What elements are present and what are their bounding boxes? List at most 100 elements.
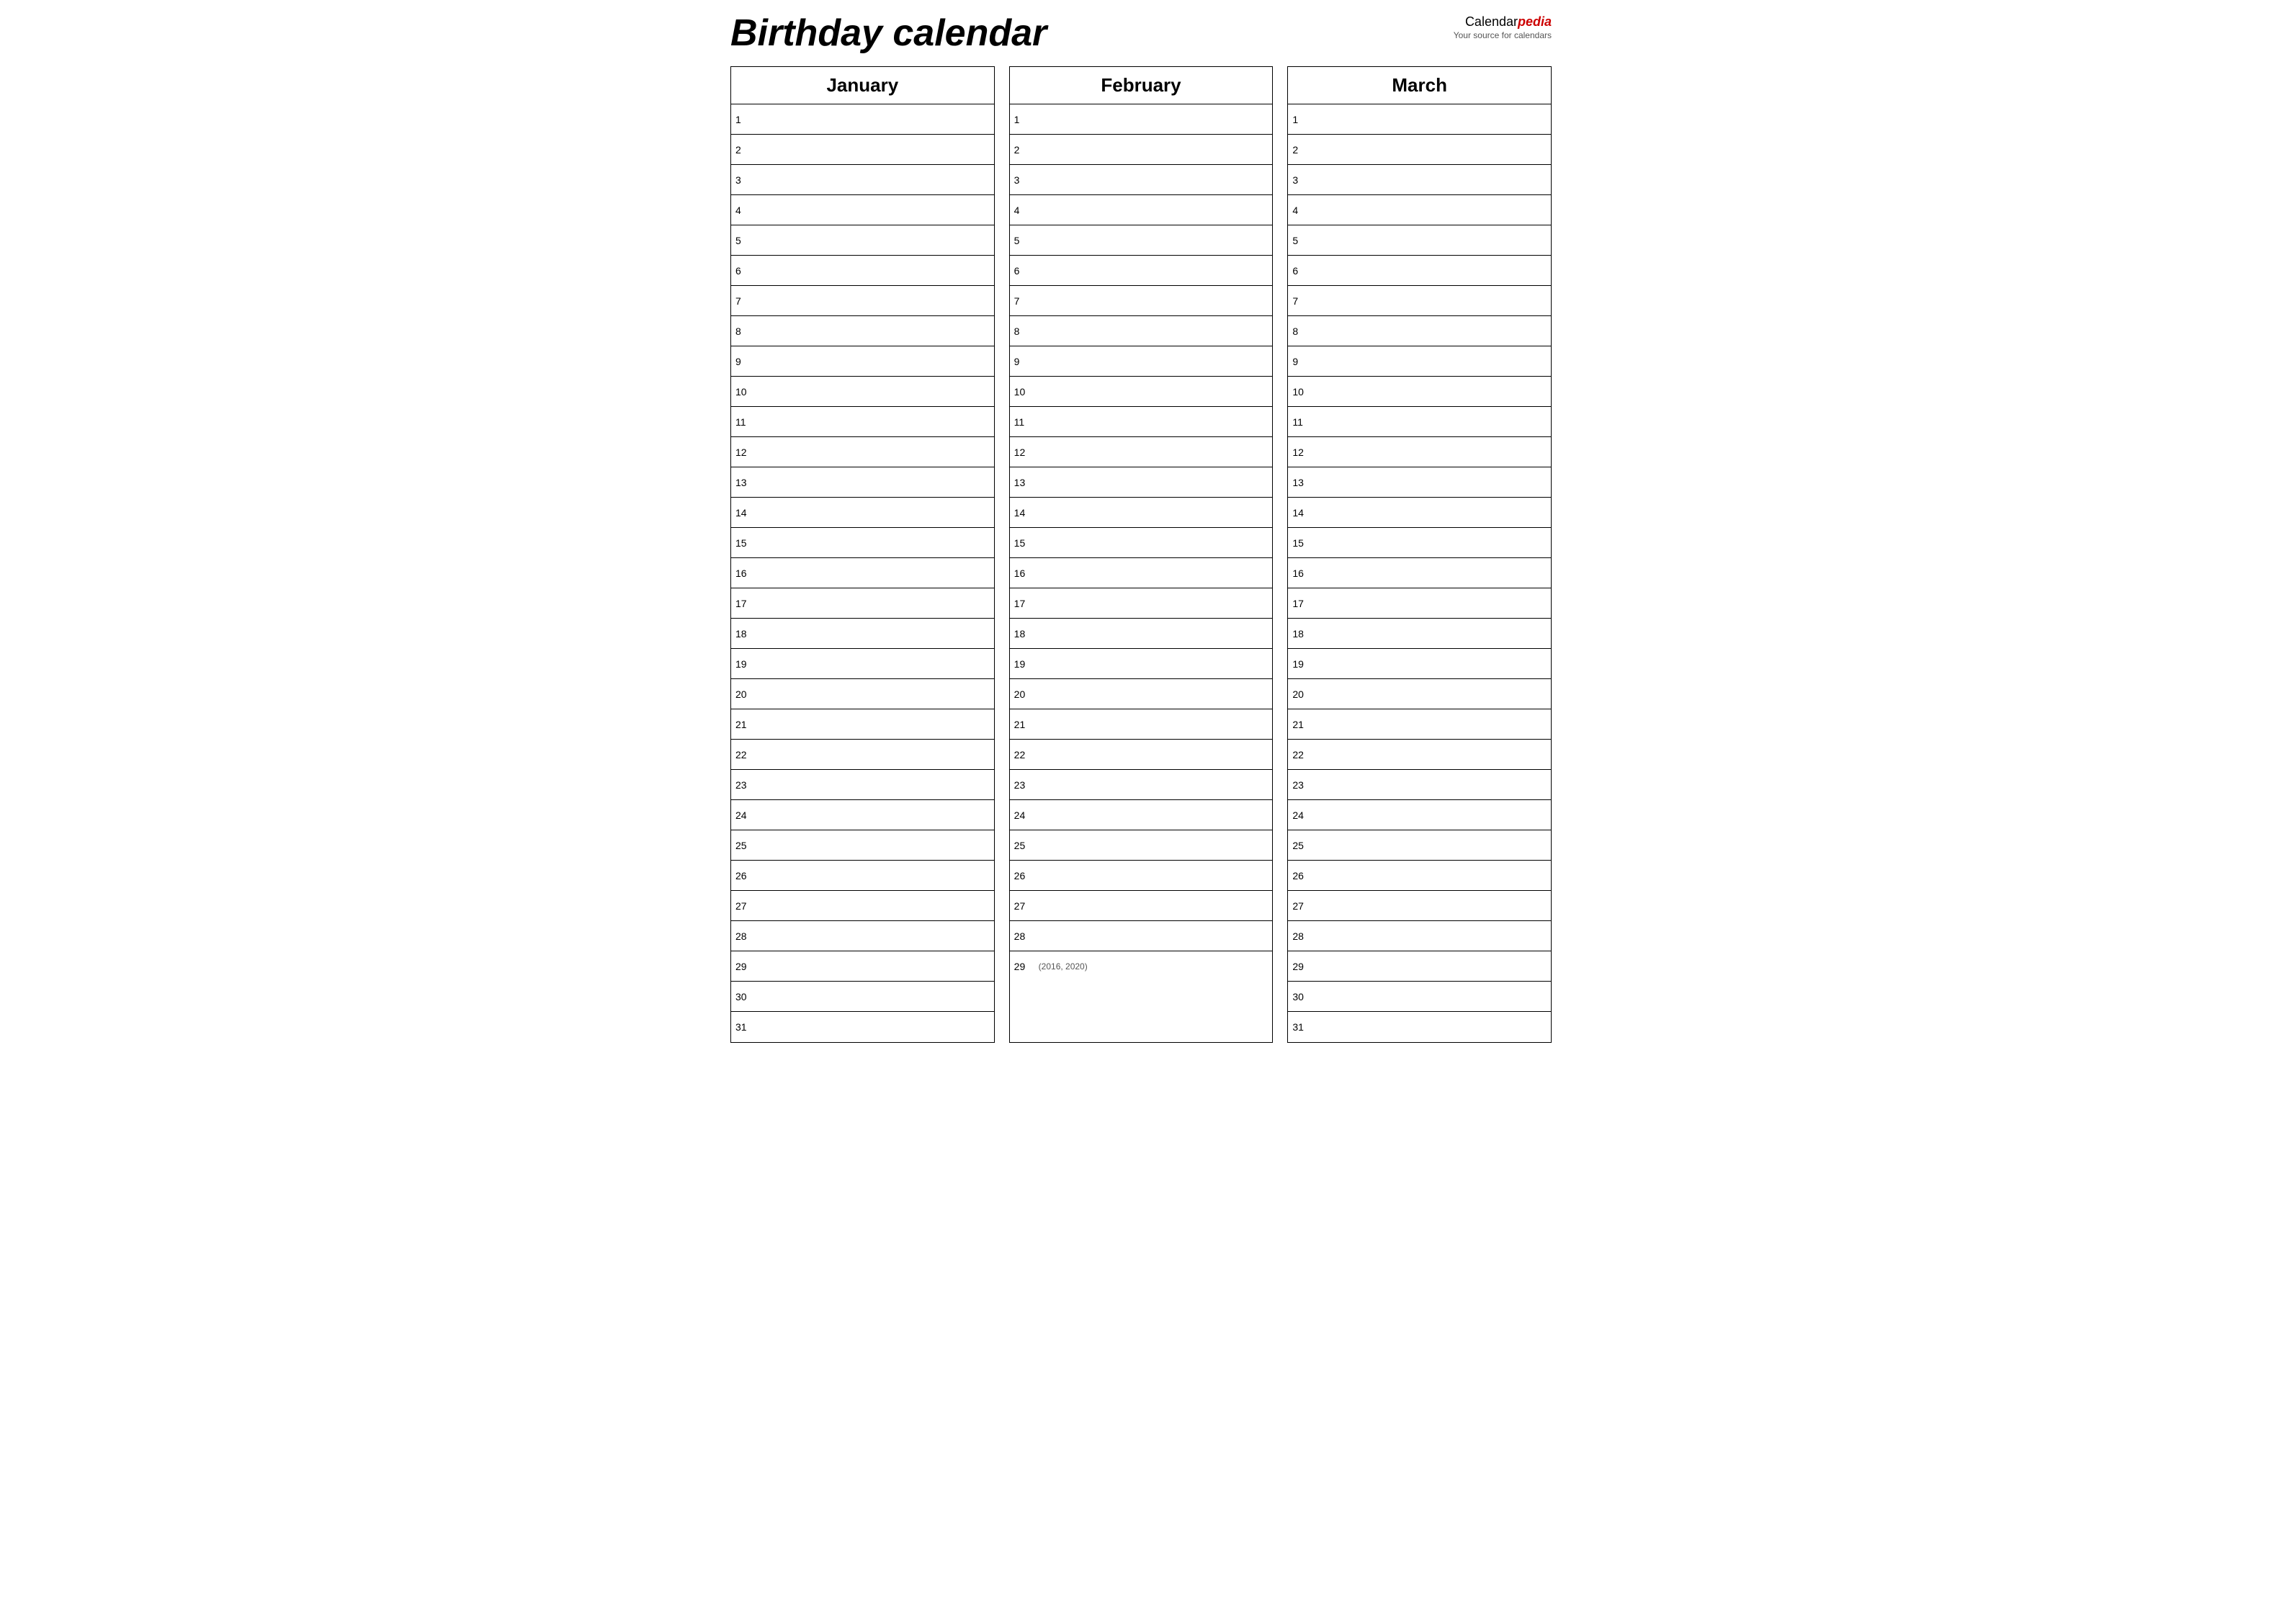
table-row: 5	[731, 225, 994, 256]
table-row: 14	[731, 498, 994, 528]
table-row: 24	[1010, 800, 1273, 830]
day-number: 6	[1292, 265, 1314, 277]
day-number: 29	[1014, 961, 1036, 972]
day-number: 17	[735, 598, 757, 609]
month-header-february: February	[1010, 67, 1273, 104]
table-row: 4	[1010, 195, 1273, 225]
table-row: 24	[1288, 800, 1551, 830]
table-row: 2	[1288, 135, 1551, 165]
table-row: 15	[1010, 528, 1273, 558]
table-row: 31	[731, 1012, 994, 1042]
day-number: 5	[1292, 235, 1314, 246]
table-row: 19	[731, 649, 994, 679]
month-header-march: March	[1288, 67, 1551, 104]
table-row: 29	[731, 951, 994, 982]
day-number: 13	[1014, 477, 1036, 488]
page-title: Birthday calendar	[730, 14, 1047, 52]
table-row: 3	[1288, 165, 1551, 195]
day-number: 7	[1014, 295, 1036, 307]
day-number: 6	[735, 265, 757, 277]
table-row: 12	[731, 437, 994, 467]
day-number: 8	[1014, 326, 1036, 337]
day-number: 21	[1014, 719, 1036, 730]
day-number: 29	[735, 961, 757, 972]
table-row: 11	[1010, 407, 1273, 437]
table-row: 15	[1288, 528, 1551, 558]
day-number: 14	[735, 507, 757, 519]
day-number: 15	[1014, 537, 1036, 549]
day-number: 4	[735, 205, 757, 216]
table-row: 23	[1010, 770, 1273, 800]
day-number: 26	[1292, 870, 1314, 881]
day-number: 24	[1292, 809, 1314, 821]
table-row: 22	[1288, 740, 1551, 770]
day-number: 14	[1292, 507, 1314, 519]
calendar-grid: January123456789101112131415161718192021…	[730, 66, 1552, 1043]
day-number: 15	[735, 537, 757, 549]
day-number: 3	[735, 174, 757, 186]
table-row: 25	[1010, 830, 1273, 861]
table-row: 26	[731, 861, 994, 891]
table-row: 27	[731, 891, 994, 921]
day-number: 12	[1014, 447, 1036, 458]
day-number: 19	[735, 658, 757, 670]
table-row: 28	[1288, 921, 1551, 951]
table-row: 28	[1010, 921, 1273, 951]
day-number: 20	[1292, 688, 1314, 700]
day-number: 3	[1292, 174, 1314, 186]
day-number: 2	[1014, 144, 1036, 156]
table-row: 2	[731, 135, 994, 165]
table-row: 26	[1288, 861, 1551, 891]
day-number: 11	[735, 416, 757, 428]
logo-subtitle: Your source for calendars	[1454, 30, 1552, 40]
day-number: 13	[1292, 477, 1314, 488]
table-row: 25	[1288, 830, 1551, 861]
month-name-march: March	[1288, 74, 1551, 97]
table-row: 6	[1288, 256, 1551, 286]
logo-calendar-part: Calendar	[1465, 14, 1518, 29]
table-row: 8	[731, 316, 994, 346]
day-number: 29	[1292, 961, 1314, 972]
month-column-february: February12345678910111213141516171819202…	[1009, 66, 1274, 1043]
day-number: 21	[735, 719, 757, 730]
day-number: 11	[1014, 416, 1036, 428]
table-row: 31	[1288, 1012, 1551, 1042]
day-number: 2	[1292, 144, 1314, 156]
logo-pedia-part: pedia	[1518, 14, 1552, 29]
table-row: 2	[1010, 135, 1273, 165]
table-row: 20	[731, 679, 994, 709]
day-number: 14	[1014, 507, 1036, 519]
table-row: 13	[1010, 467, 1273, 498]
day-number: 28	[735, 930, 757, 942]
table-row: 1	[731, 104, 994, 135]
day-number: 28	[1014, 930, 1036, 942]
logo-text: Calendarpedia	[1454, 14, 1552, 30]
table-row: 27	[1288, 891, 1551, 921]
table-row: 18	[1288, 619, 1551, 649]
table-row: 6	[731, 256, 994, 286]
day-number: 4	[1292, 205, 1314, 216]
table-row: 6	[1010, 256, 1273, 286]
table-row: 9	[1288, 346, 1551, 377]
table-row: 10	[731, 377, 994, 407]
day-number: 30	[735, 991, 757, 1002]
day-number: 23	[1014, 779, 1036, 791]
table-row: 20	[1010, 679, 1273, 709]
table-row: 30	[731, 982, 994, 1012]
table-row: 7	[1288, 286, 1551, 316]
table-row: 21	[731, 709, 994, 740]
day-number: 17	[1292, 598, 1314, 609]
table-row: 19	[1010, 649, 1273, 679]
table-row: 14	[1010, 498, 1273, 528]
table-row: 20	[1288, 679, 1551, 709]
day-number: 1	[735, 114, 757, 125]
table-row: 11	[1288, 407, 1551, 437]
table-row: 17	[1288, 588, 1551, 619]
table-row: 7	[731, 286, 994, 316]
table-row: 12	[1288, 437, 1551, 467]
day-number: 22	[1014, 749, 1036, 761]
day-number: 26	[1014, 870, 1036, 881]
table-row: 16	[1010, 558, 1273, 588]
table-row: 7	[1010, 286, 1273, 316]
table-row: 19	[1288, 649, 1551, 679]
